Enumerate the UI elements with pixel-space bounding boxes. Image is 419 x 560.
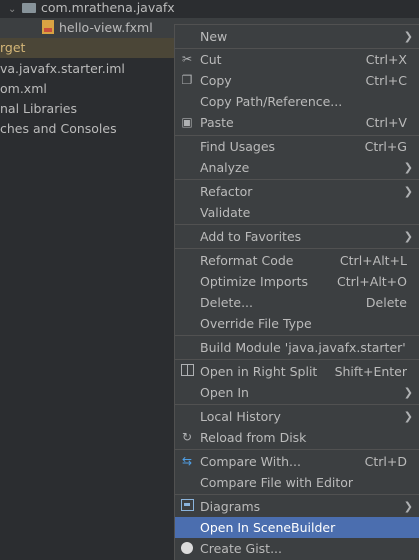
menu-item-validate[interactable]: Validate: [175, 202, 419, 223]
clipboard-icon: ▣: [181, 115, 193, 129]
menu-item-copy-path[interactable]: Copy Path/Reference...: [175, 91, 419, 112]
context-menu: New ❯ ✂ Cut Ctrl+X ❐ Copy Ctrl+C Copy Pa…: [174, 24, 419, 560]
menu-separator: [175, 449, 419, 450]
menu-item-add-to-favorites[interactable]: Add to Favorites ❯: [175, 226, 419, 247]
menu-item-analyze[interactable]: Analyze ❯: [175, 157, 419, 178]
folder-icon: [21, 3, 36, 13]
chevron-right-icon: ❯: [403, 161, 413, 174]
menu-item-optimize-imports[interactable]: Optimize Imports Ctrl+Alt+O: [175, 271, 419, 292]
chevron-right-icon: ❯: [403, 185, 413, 198]
menu-item-compare-file-with-editor[interactable]: Compare File with Editor: [175, 472, 419, 493]
tree-item-external-libraries[interactable]: nal Libraries: [0, 99, 77, 119]
menu-separator: [175, 359, 419, 360]
chevron-down-icon[interactable]: ⌄: [8, 0, 18, 20]
menu-separator: [175, 404, 419, 405]
chevron-right-icon: ❯: [403, 230, 413, 243]
scissors-icon: ✂: [181, 52, 193, 66]
menu-item-diagrams[interactable]: Diagrams ❯: [175, 496, 419, 517]
tree-item-scratches[interactable]: ches and Consoles: [0, 119, 117, 139]
github-icon: [179, 538, 195, 559]
split-icon: [179, 361, 195, 382]
menu-item-refactor[interactable]: Refactor ❯: [175, 181, 419, 202]
menu-item-delete[interactable]: Delete... Delete: [175, 292, 419, 313]
menu-item-paste[interactable]: ▣ Paste Ctrl+V: [175, 112, 419, 133]
chevron-right-icon: ❯: [403, 410, 413, 423]
menu-separator: [175, 494, 419, 495]
menu-item-cut[interactable]: ✂ Cut Ctrl+X: [175, 49, 419, 70]
menu-item-new[interactable]: New ❯: [175, 26, 419, 47]
menu-item-build-module[interactable]: Build Module 'java.javafx.starter': [175, 337, 419, 358]
menu-item-open-in-scenebuilder[interactable]: Open In SceneBuilder: [175, 517, 419, 538]
chevron-right-icon: ❯: [403, 386, 413, 399]
menu-item-find-usages[interactable]: Find Usages Ctrl+G: [175, 136, 419, 157]
menu-item-reload-from-disk[interactable]: ↻ Reload from Disk: [175, 427, 419, 448]
diagram-icon: [179, 496, 195, 517]
tree-item-iml[interactable]: va.javafx.starter.iml: [0, 59, 125, 79]
menu-separator: [175, 224, 419, 225]
tree-item-pom[interactable]: om.xml: [0, 79, 47, 99]
copy-icon: ❐: [181, 73, 193, 87]
chevron-right-icon: ❯: [403, 30, 413, 43]
menu-separator: [175, 335, 419, 336]
menu-item-reformat-code[interactable]: Reformat Code Ctrl+Alt+L: [175, 250, 419, 271]
compare-icon: ⇆: [181, 454, 193, 468]
menu-item-open-in[interactable]: Open In ❯: [175, 382, 419, 403]
menu-item-copy[interactable]: ❐ Copy Ctrl+C: [175, 70, 419, 91]
menu-item-override-file-type[interactable]: Override File Type: [175, 313, 419, 334]
menu-item-open-right-split[interactable]: Open in Right Split Shift+Enter: [175, 361, 419, 382]
tree-item-package[interactable]: ⌄ com.mrathena.javafx: [8, 0, 175, 18]
chevron-right-icon: ❯: [403, 500, 413, 513]
menu-separator: [175, 179, 419, 180]
reload-icon: ↻: [181, 430, 193, 444]
menu-separator: [175, 248, 419, 249]
menu-item-local-history[interactable]: Local History ❯: [175, 406, 419, 427]
menu-item-compare-with[interactable]: ⇆ Compare With... Ctrl+D: [175, 451, 419, 472]
fxml-file-icon: [42, 20, 54, 34]
menu-item-create-gist[interactable]: Create Gist...: [175, 538, 419, 559]
